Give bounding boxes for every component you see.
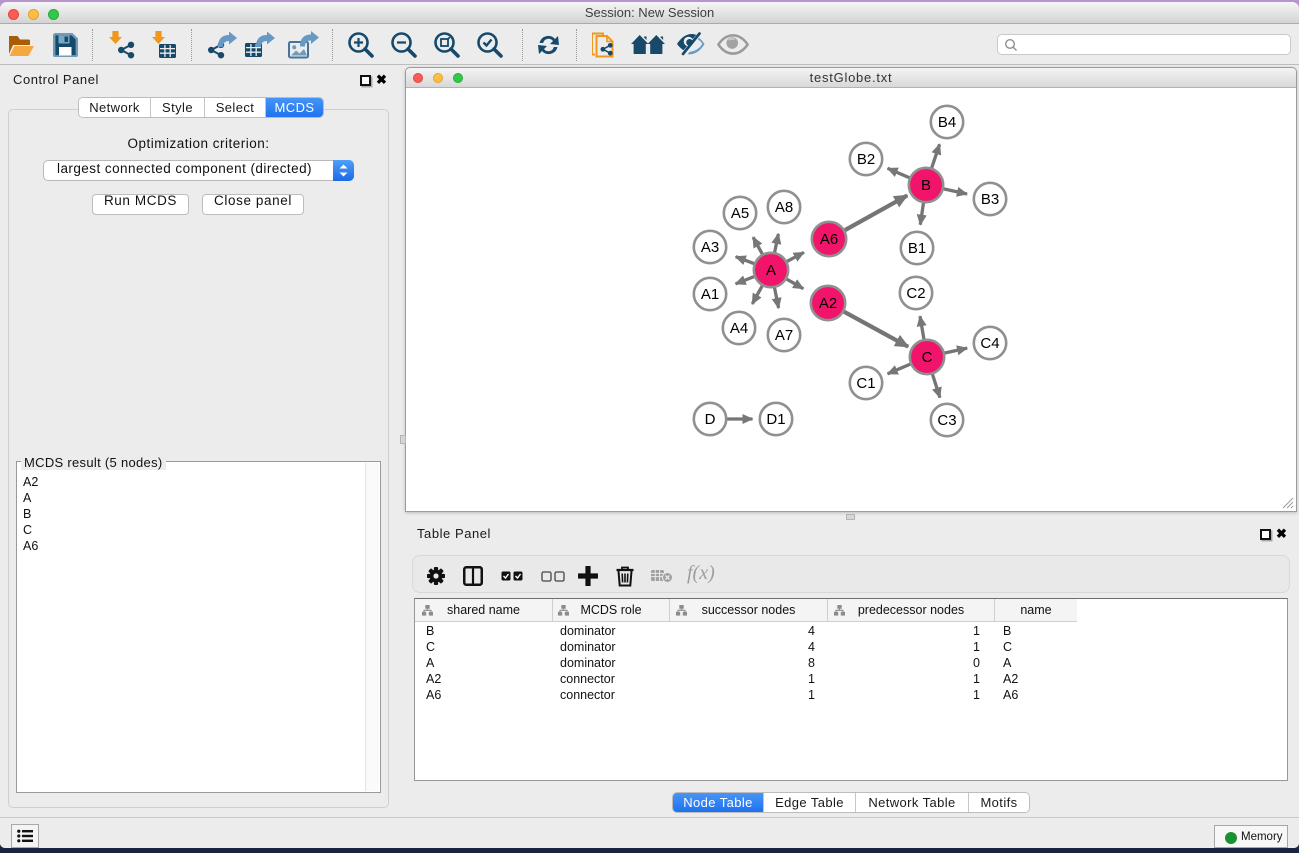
svg-text:A3: A3 (701, 239, 719, 256)
svg-text:C4: C4 (980, 335, 999, 352)
svg-text:A6: A6 (820, 231, 838, 248)
svg-text:A: A (766, 262, 776, 279)
svg-text:A5: A5 (731, 205, 749, 222)
svg-text:C: C (922, 349, 933, 366)
svg-text:B3: B3 (981, 191, 999, 208)
svg-text:B4: B4 (938, 114, 956, 131)
svg-text:A2: A2 (819, 295, 837, 312)
svg-text:A1: A1 (701, 286, 719, 303)
svg-text:C2: C2 (906, 285, 925, 302)
svg-text:B: B (921, 177, 931, 194)
svg-text:C3: C3 (937, 412, 956, 429)
svg-text:B1: B1 (908, 240, 926, 257)
svg-text:C1: C1 (856, 375, 875, 392)
svg-text:A7: A7 (775, 327, 793, 344)
svg-text:A8: A8 (775, 199, 793, 216)
svg-text:D: D (705, 411, 716, 428)
svg-text:D1: D1 (766, 411, 785, 428)
svg-text:B2: B2 (857, 151, 875, 168)
svg-text:A4: A4 (730, 320, 748, 337)
